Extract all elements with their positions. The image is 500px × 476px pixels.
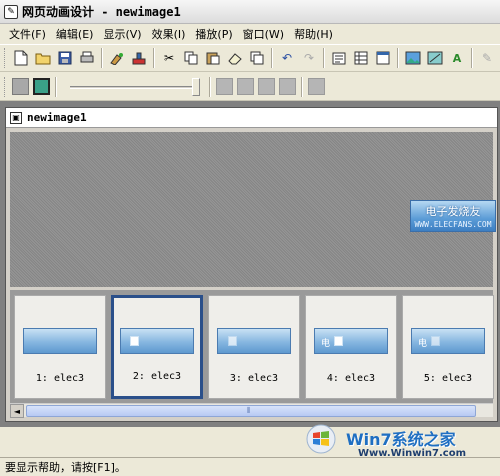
scrollbar-grip-icon: ⦀ xyxy=(247,406,251,415)
eraser-icon[interactable] xyxy=(225,48,245,68)
banner-main-text: 电子发烧友 xyxy=(425,205,481,218)
frame-thumbnail xyxy=(217,328,291,354)
status-bar: 要显示帮助，请按[F1]。 xyxy=(0,457,500,476)
toolbar-separator xyxy=(397,48,399,68)
copy-icon[interactable] xyxy=(181,48,201,68)
horizontal-scrollbar[interactable]: ◄ ⦀ xyxy=(10,403,493,418)
frame-thumbnail: 电 xyxy=(411,328,485,354)
windows-logo-icon xyxy=(306,424,336,454)
frame-thumbnail xyxy=(120,328,194,354)
toolbar-separator xyxy=(153,48,155,68)
thumb-square xyxy=(431,336,440,346)
first-frame-button[interactable] xyxy=(216,78,233,95)
document-window: ▣ newimage1 电子发烧友 WWW.ELECFANS.COM 1: el… xyxy=(5,107,498,422)
properties-icon[interactable] xyxy=(329,48,349,68)
slider-track xyxy=(70,85,200,89)
frame-label: 5: elec3 xyxy=(423,373,473,384)
menu-effects[interactable]: 效果(I) xyxy=(147,26,191,42)
document-icon: ▣ xyxy=(10,111,22,124)
paste-icon[interactable] xyxy=(203,48,223,68)
scroll-left-arrow-icon[interactable]: ◄ xyxy=(10,404,24,418)
status-text: 要显示帮助，请按[F1]。 xyxy=(5,461,126,474)
frames-strip: 1: elec3 2: elec3 3: elec3 电 4: elec3 电 … xyxy=(10,290,494,403)
frame-2-selected[interactable]: 2: elec3 xyxy=(111,295,203,399)
app-icon: ✎ xyxy=(4,4,18,19)
paint-icon[interactable] xyxy=(107,48,127,68)
print-icon[interactable] xyxy=(77,48,97,68)
frame-1[interactable]: 1: elec3 xyxy=(14,295,106,399)
document-title: newimage1 xyxy=(27,111,87,124)
toolbar-separator xyxy=(101,48,103,68)
toolbar-separator xyxy=(209,76,211,97)
document-title-bar[interactable]: ▣ newimage1 xyxy=(6,108,497,128)
thumb-square xyxy=(334,336,343,346)
undo-icon[interactable]: ↶ xyxy=(277,48,297,68)
layers-icon[interactable] xyxy=(247,48,267,68)
table-icon[interactable] xyxy=(351,48,371,68)
window-title: 网页动画设计 - newimage1 xyxy=(22,5,181,19)
menu-help[interactable]: 帮助(H) xyxy=(289,26,338,42)
last-frame-button[interactable] xyxy=(279,78,296,95)
open-folder-icon[interactable] xyxy=(33,48,53,68)
frame-4[interactable]: 电 4: elec3 xyxy=(305,295,397,399)
mdi-workspace: ▣ newimage1 电子发烧友 WWW.ELECFANS.COM 1: el… xyxy=(0,101,500,427)
frame-5[interactable]: 电 5: elec3 xyxy=(402,295,494,399)
toolbar-separator xyxy=(301,76,303,97)
brush-disabled-icon: ✎ xyxy=(481,51,493,65)
toolbar-separator xyxy=(55,76,57,97)
cut-icon[interactable]: ✂ xyxy=(159,48,179,68)
toolbar-separator xyxy=(271,48,273,68)
save-icon[interactable] xyxy=(55,48,75,68)
watermark-brand: Win7系统之家 xyxy=(346,430,456,449)
frame-label: 2: elec3 xyxy=(132,371,182,382)
slider-thumb[interactable] xyxy=(192,77,200,96)
window-icon[interactable] xyxy=(373,48,393,68)
menu-file[interactable]: 文件(F) xyxy=(4,26,51,42)
prev-frame-button[interactable] xyxy=(237,78,254,95)
thumb-glyph: 电 xyxy=(418,339,428,349)
menu-view[interactable]: 显示(V) xyxy=(98,26,146,42)
thumb-glyph: 电 xyxy=(321,339,331,349)
toolbar-grip[interactable] xyxy=(4,48,7,68)
banner-sub-text: WWW.ELECFANS.COM xyxy=(414,220,492,229)
frame-label: 3: elec3 xyxy=(229,373,279,384)
main-toolbar: ✂ ↶ ↷ A ✎ xyxy=(0,44,500,72)
menu-play[interactable]: 播放(P) xyxy=(190,26,237,42)
image-icon[interactable] xyxy=(403,48,423,68)
frame-mode-button[interactable] xyxy=(12,78,29,95)
title-bar: ✎ 网页动画设计 - newimage1 xyxy=(0,0,500,24)
toolbar-separator xyxy=(471,48,473,68)
scrollbar-thumb[interactable]: ⦀ xyxy=(26,405,476,417)
frame-label: 1: elec3 xyxy=(35,373,85,384)
thumb-square xyxy=(130,336,139,346)
new-file-icon[interactable] xyxy=(11,48,31,68)
text-effect-icon[interactable]: A xyxy=(447,48,467,68)
play-button[interactable] xyxy=(308,78,325,95)
canvas-stage[interactable]: 电子发烧友 WWW.ELECFANS.COM xyxy=(10,132,496,287)
frame-label: 4: elec3 xyxy=(326,373,376,384)
menu-window[interactable]: 窗口(W) xyxy=(238,26,289,42)
frame-3[interactable]: 3: elec3 xyxy=(208,295,300,399)
frame-thumbnail: 电 xyxy=(314,328,388,354)
frame-mode-active-button[interactable] xyxy=(33,78,50,95)
toolbar-grip[interactable] xyxy=(4,76,7,97)
toolbar-separator xyxy=(323,48,325,68)
image-edit-icon[interactable] xyxy=(425,48,445,68)
next-frame-button[interactable] xyxy=(258,78,275,95)
frame-thumbnail xyxy=(23,328,97,354)
playback-toolbar xyxy=(0,73,500,101)
redo-icon[interactable]: ↷ xyxy=(299,48,319,68)
menu-bar: 文件(F) 编辑(E) 显示(V) 效果(I) 播放(P) 窗口(W) 帮助(H… xyxy=(0,24,500,44)
thumb-square xyxy=(228,336,237,346)
stamp-icon[interactable] xyxy=(129,48,149,68)
frame-slider[interactable] xyxy=(70,77,200,97)
menu-edit[interactable]: 编辑(E) xyxy=(51,26,99,42)
banner-image[interactable]: 电子发烧友 WWW.ELECFANS.COM xyxy=(410,200,496,232)
